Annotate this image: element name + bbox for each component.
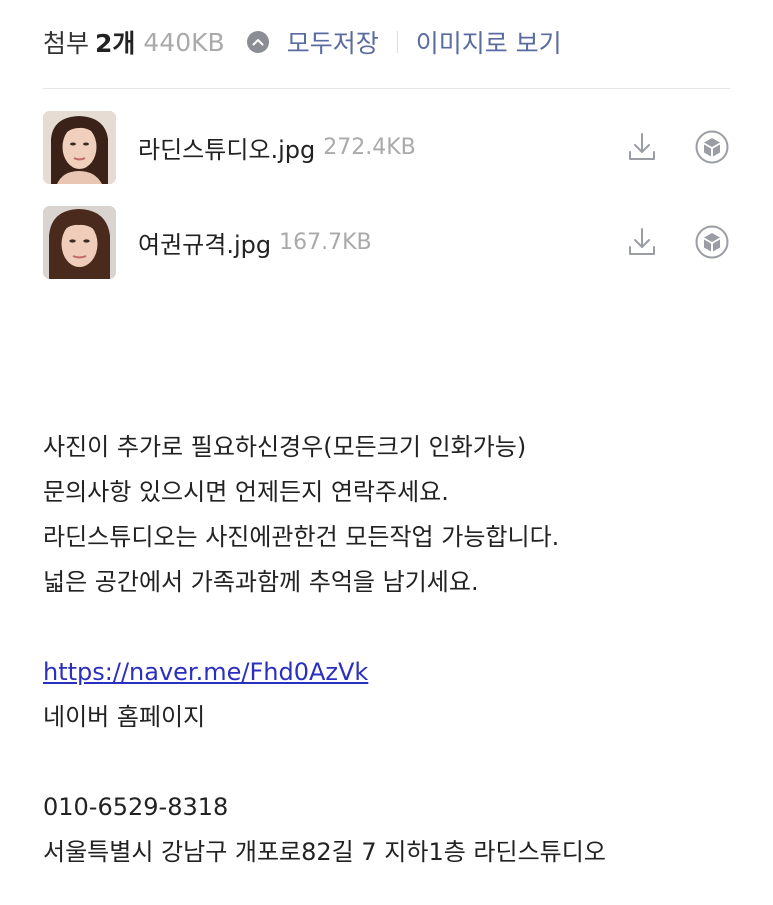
cube-icon [695, 130, 729, 164]
file-name[interactable]: 여권규격.jpg [138, 225, 271, 260]
message-body: 사진이 추가로 필요하신경우(모든크기 인화가능) 문의사항 있으시면 언제든지… [43, 425, 733, 875]
save-to-drive-button[interactable] [694, 224, 730, 260]
file-size: 167.7KB [279, 229, 372, 255]
download-button[interactable] [624, 129, 660, 165]
header-divider [43, 88, 730, 89]
file-size: 272.4KB [323, 134, 416, 160]
address: 서울특별시 강남구 개포로82길 7 지하1층 라딘스튜디오 [43, 838, 606, 866]
message-line: 사진이 추가로 필요하신경우(모든크기 인화가능) [43, 433, 527, 461]
message-line: 넓은 공간에서 가족과함께 추억을 남기세요. [43, 568, 479, 596]
portrait-thumbnail[interactable] [43, 110, 116, 184]
download-icon [629, 228, 655, 255]
download-button[interactable] [624, 224, 660, 260]
save-all-button[interactable]: 모두저장 [287, 24, 379, 60]
attachments-label: 첨부 [43, 29, 90, 58]
attachments-count: 2개 [95, 29, 136, 58]
header-separator [396, 31, 398, 53]
save-to-drive-button[interactable] [694, 129, 730, 165]
download-icon [629, 133, 655, 160]
file-actions [624, 224, 730, 260]
attachments-header: 첨부 2개 440KB 모두저장 이미지로 보기 [43, 22, 730, 62]
file-name[interactable]: 라딘스튜디오.jpg [138, 130, 315, 165]
link-caption: 네이버 홈페이지 [43, 703, 206, 731]
chevron-up-icon [252, 39, 264, 46]
portrait-thumbnail[interactable] [43, 205, 116, 279]
phone-number: 010-6529-8318 [43, 793, 229, 821]
message-line: 라딘스튜디오는 사진에관한건 모든작업 가능합니다. [43, 523, 560, 551]
collapse-attachments-button[interactable] [246, 31, 269, 53]
attachment-row: 여권규격.jpg 167.7KB [43, 205, 730, 279]
cube-icon [695, 225, 729, 259]
file-actions [624, 129, 730, 165]
naver-link[interactable]: https://naver.me/Fhd0AzVk [43, 658, 368, 686]
attachment-row: 라딘스튜디오.jpg 272.4KB [43, 110, 730, 184]
attachments-total-size: 440KB [143, 27, 225, 57]
view-as-images-button[interactable]: 이미지로 보기 [416, 24, 562, 60]
message-line: 문의사항 있으시면 언제든지 연락주세요. [43, 478, 449, 506]
